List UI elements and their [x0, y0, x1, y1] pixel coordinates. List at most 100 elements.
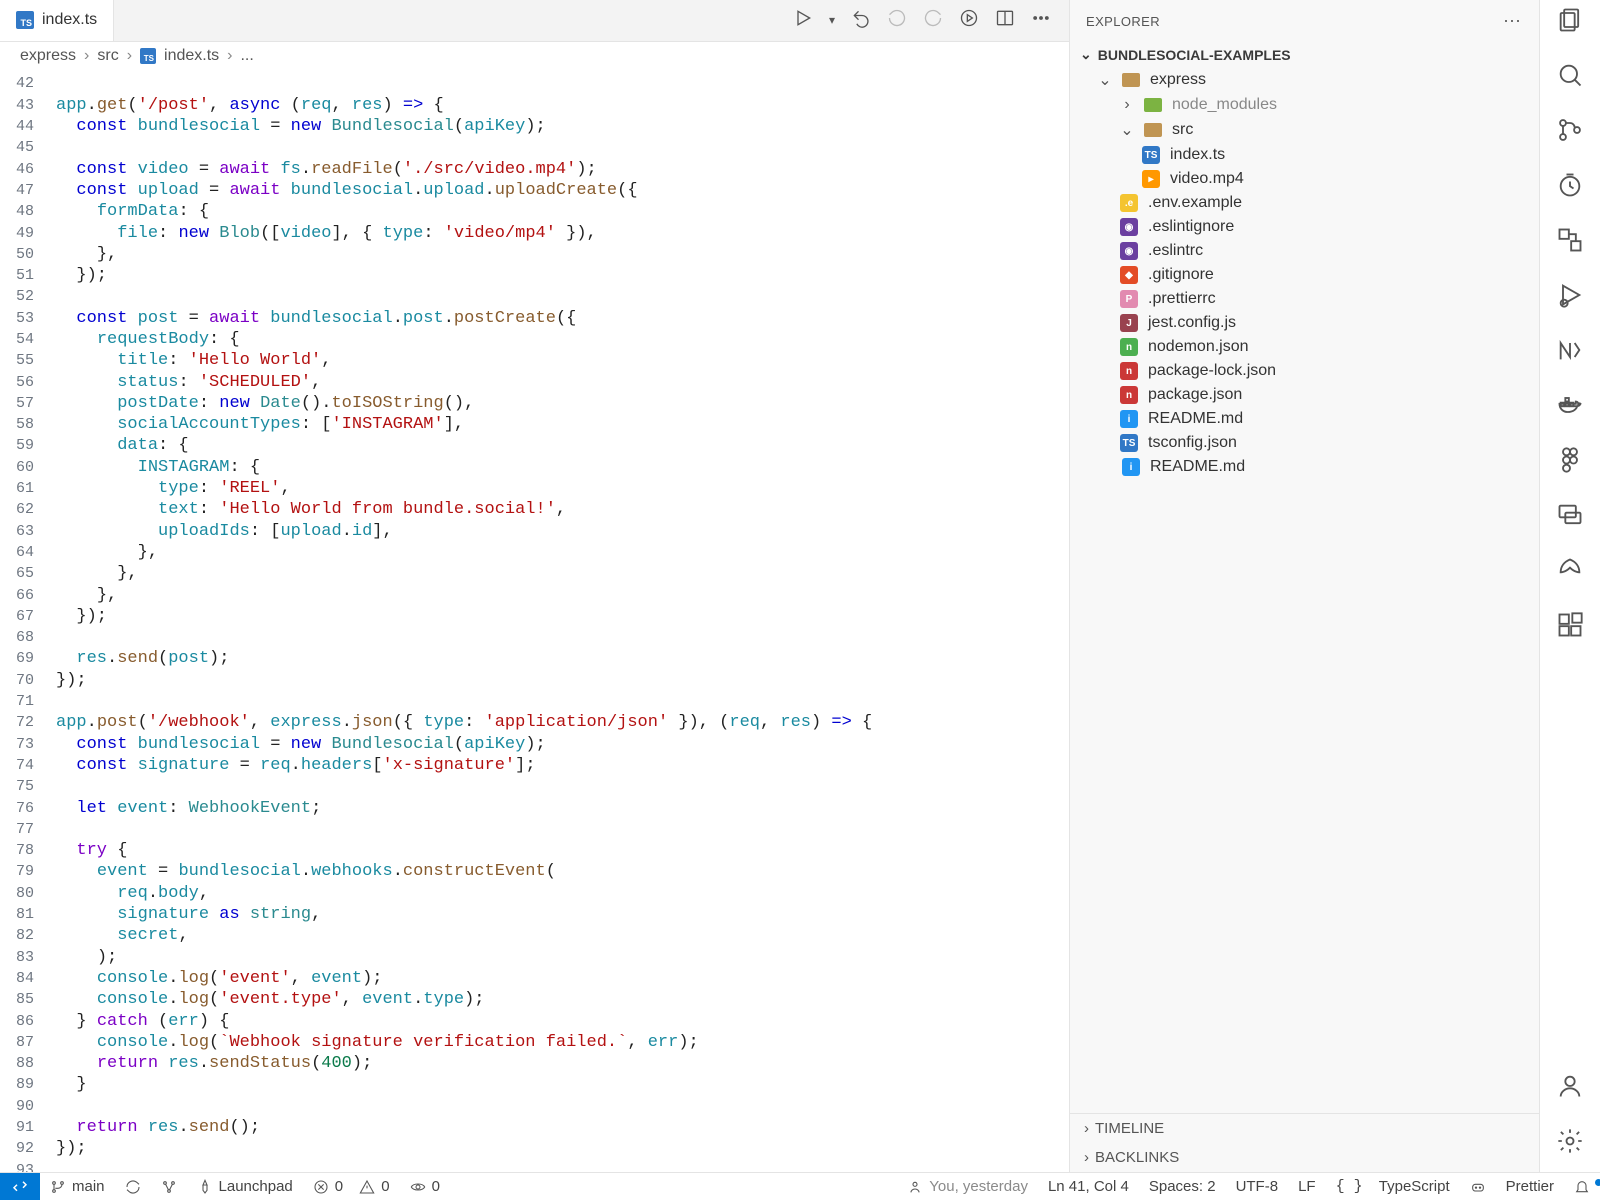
- nx-icon[interactable]: [1556, 336, 1584, 369]
- run-profile-icon[interactable]: [959, 8, 979, 33]
- git-blame[interactable]: You, yesterday: [897, 1178, 1038, 1195]
- code-line[interactable]: 61 type: 'REEL',: [0, 478, 1069, 499]
- problems-button[interactable]: 0 0: [303, 1178, 400, 1195]
- file-jest-config[interactable]: Jjest.config.js: [1070, 311, 1539, 335]
- more-icon[interactable]: [1031, 8, 1051, 33]
- code-line[interactable]: 53 const post = await bundlesocial.post.…: [0, 308, 1069, 329]
- code-line[interactable]: 71: [0, 691, 1069, 712]
- folder-express[interactable]: ⌄express: [1070, 67, 1539, 93]
- file-nodemon-json[interactable]: nnodemon.json: [1070, 335, 1539, 359]
- docker-icon[interactable]: [1556, 391, 1584, 424]
- run-dropdown-icon[interactable]: ▾: [829, 13, 835, 27]
- code-line[interactable]: 65 },: [0, 563, 1069, 584]
- code-line[interactable]: 66 },: [0, 585, 1069, 606]
- run-icon[interactable]: [793, 8, 813, 33]
- code-line[interactable]: 48 formData: {: [0, 201, 1069, 222]
- code-line[interactable]: 87 console.log(`Webhook signature verifi…: [0, 1032, 1069, 1053]
- code-line[interactable]: 46 const video = await fs.readFile('./sr…: [0, 159, 1069, 180]
- redo-icon[interactable]: [923, 8, 943, 33]
- code-line[interactable]: 83 );: [0, 947, 1069, 968]
- crumb-express[interactable]: express: [20, 47, 76, 65]
- settings-gear-icon[interactable]: [1556, 1127, 1584, 1160]
- code-line[interactable]: 55 title: 'Hello World',: [0, 350, 1069, 371]
- code-line[interactable]: 80 req.body,: [0, 883, 1069, 904]
- code-line[interactable]: 60 INSTAGRAM: {: [0, 457, 1069, 478]
- code-line[interactable]: 44 const bundlesocial = new Bundlesocial…: [0, 116, 1069, 137]
- eol[interactable]: LF: [1288, 1178, 1326, 1195]
- code-line[interactable]: 51 });: [0, 265, 1069, 286]
- code-line[interactable]: 77: [0, 819, 1069, 840]
- file-gitignore[interactable]: ◆.gitignore: [1070, 263, 1539, 287]
- sync-button[interactable]: [115, 1179, 151, 1195]
- file-readme-1[interactable]: iREADME.md: [1070, 407, 1539, 431]
- code-line[interactable]: 93: [0, 1160, 1069, 1173]
- account-icon[interactable]: [1556, 1072, 1584, 1105]
- folder-src[interactable]: ⌄src: [1070, 117, 1539, 143]
- undo-icon[interactable]: [887, 8, 907, 33]
- code-line[interactable]: 91 return res.send();: [0, 1117, 1069, 1138]
- debug-run-icon[interactable]: [1556, 281, 1584, 314]
- code-line[interactable]: 90: [0, 1096, 1069, 1117]
- crumb-src[interactable]: src: [97, 47, 118, 65]
- code-line[interactable]: 56 status: 'SCHEDULED',: [0, 372, 1069, 393]
- split-editor-icon[interactable]: [995, 8, 1015, 33]
- tab-index-ts[interactable]: TS index.ts: [0, 0, 114, 41]
- code-line[interactable]: 73 const bundlesocial = new Bundlesocial…: [0, 734, 1069, 755]
- encoding[interactable]: UTF-8: [1226, 1178, 1289, 1195]
- code-line[interactable]: 52: [0, 286, 1069, 307]
- timeline-section[interactable]: ›TIMELINE: [1070, 1114, 1539, 1143]
- file-env-example[interactable]: .e.env.example: [1070, 191, 1539, 215]
- indentation[interactable]: Spaces: 2: [1139, 1178, 1226, 1195]
- code-line[interactable]: 42: [0, 73, 1069, 94]
- code-line[interactable]: 50 },: [0, 244, 1069, 265]
- code-line[interactable]: 86 } catch (err) {: [0, 1011, 1069, 1032]
- revert-icon[interactable]: [851, 8, 871, 33]
- code-line[interactable]: 75: [0, 776, 1069, 797]
- code-line[interactable]: 49 file: new Blob([video], { type: 'vide…: [0, 223, 1069, 244]
- file-eslintignore[interactable]: ◉.eslintignore: [1070, 215, 1539, 239]
- extensions-icon[interactable]: [1556, 611, 1584, 644]
- prettier-status[interactable]: Prettier: [1496, 1178, 1564, 1195]
- file-readme-2[interactable]: iREADME.md: [1070, 455, 1539, 479]
- code-line[interactable]: 68: [0, 627, 1069, 648]
- code-line[interactable]: 78 try {: [0, 840, 1069, 861]
- workspace-root[interactable]: ⌄ BUNDLESOCIAL-EXAMPLES: [1070, 42, 1539, 67]
- code-line[interactable]: 45: [0, 137, 1069, 158]
- file-index-ts[interactable]: TSindex.ts: [1070, 143, 1539, 167]
- figma-icon[interactable]: [1556, 446, 1584, 479]
- file-eslintrc[interactable]: ◉.eslintrc: [1070, 239, 1539, 263]
- cursor-position[interactable]: Ln 41, Col 4: [1038, 1178, 1139, 1195]
- code-line[interactable]: 62 text: 'Hello World from bundle.social…: [0, 499, 1069, 520]
- code-line[interactable]: 79 event = bundlesocial.webhooks.constru…: [0, 861, 1069, 882]
- files-icon[interactable]: [1556, 6, 1584, 39]
- code-line[interactable]: 88 return res.sendStatus(400);: [0, 1053, 1069, 1074]
- code-line[interactable]: 59 data: {: [0, 435, 1069, 456]
- code-line[interactable]: 81 signature as string,: [0, 904, 1069, 925]
- backlinks-section[interactable]: ›BACKLINKS: [1070, 1143, 1539, 1172]
- code-editor[interactable]: 4243app.get('/post', async (req, res) =>…: [0, 71, 1069, 1172]
- language-mode[interactable]: { } TypeScript: [1326, 1178, 1460, 1195]
- code-line[interactable]: 85 console.log('event.type', event.type)…: [0, 989, 1069, 1010]
- leaf-icon[interactable]: [1556, 556, 1584, 589]
- debug-timer-icon[interactable]: [1556, 171, 1584, 204]
- code-line[interactable]: 43app.get('/post', async (req, res) => {: [0, 95, 1069, 116]
- code-line[interactable]: 58 socialAccountTypes: ['INSTAGRAM'],: [0, 414, 1069, 435]
- folder-node-modules[interactable]: ›node_modules: [1070, 93, 1539, 117]
- code-line[interactable]: 57 postDate: new Date().toISOString(),: [0, 393, 1069, 414]
- breadcrumb[interactable]: express › src › TS index.ts › ...: [0, 42, 1069, 72]
- file-package-lock[interactable]: npackage-lock.json: [1070, 359, 1539, 383]
- code-line[interactable]: 82 secret,: [0, 925, 1069, 946]
- code-line[interactable]: 63 uploadIds: [upload.id],: [0, 521, 1069, 542]
- code-line[interactable]: 70});: [0, 670, 1069, 691]
- code-line[interactable]: 72app.post('/webhook', express.json({ ty…: [0, 712, 1069, 733]
- code-line[interactable]: 74 const signature = req.headers['x-sign…: [0, 755, 1069, 776]
- copilot-icon[interactable]: [1460, 1179, 1496, 1195]
- comments-icon[interactable]: [1556, 501, 1584, 534]
- explorer-more-icon[interactable]: ⋯: [1503, 11, 1523, 32]
- code-line[interactable]: 47 const upload = await bundlesocial.upl…: [0, 180, 1069, 201]
- code-line[interactable]: 54 requestBody: {: [0, 329, 1069, 350]
- remote-indicator[interactable]: [0, 1173, 40, 1200]
- search-icon[interactable]: [1556, 61, 1584, 94]
- ports-button[interactable]: 0: [400, 1178, 450, 1195]
- launchpad-button[interactable]: Launchpad: [187, 1178, 303, 1195]
